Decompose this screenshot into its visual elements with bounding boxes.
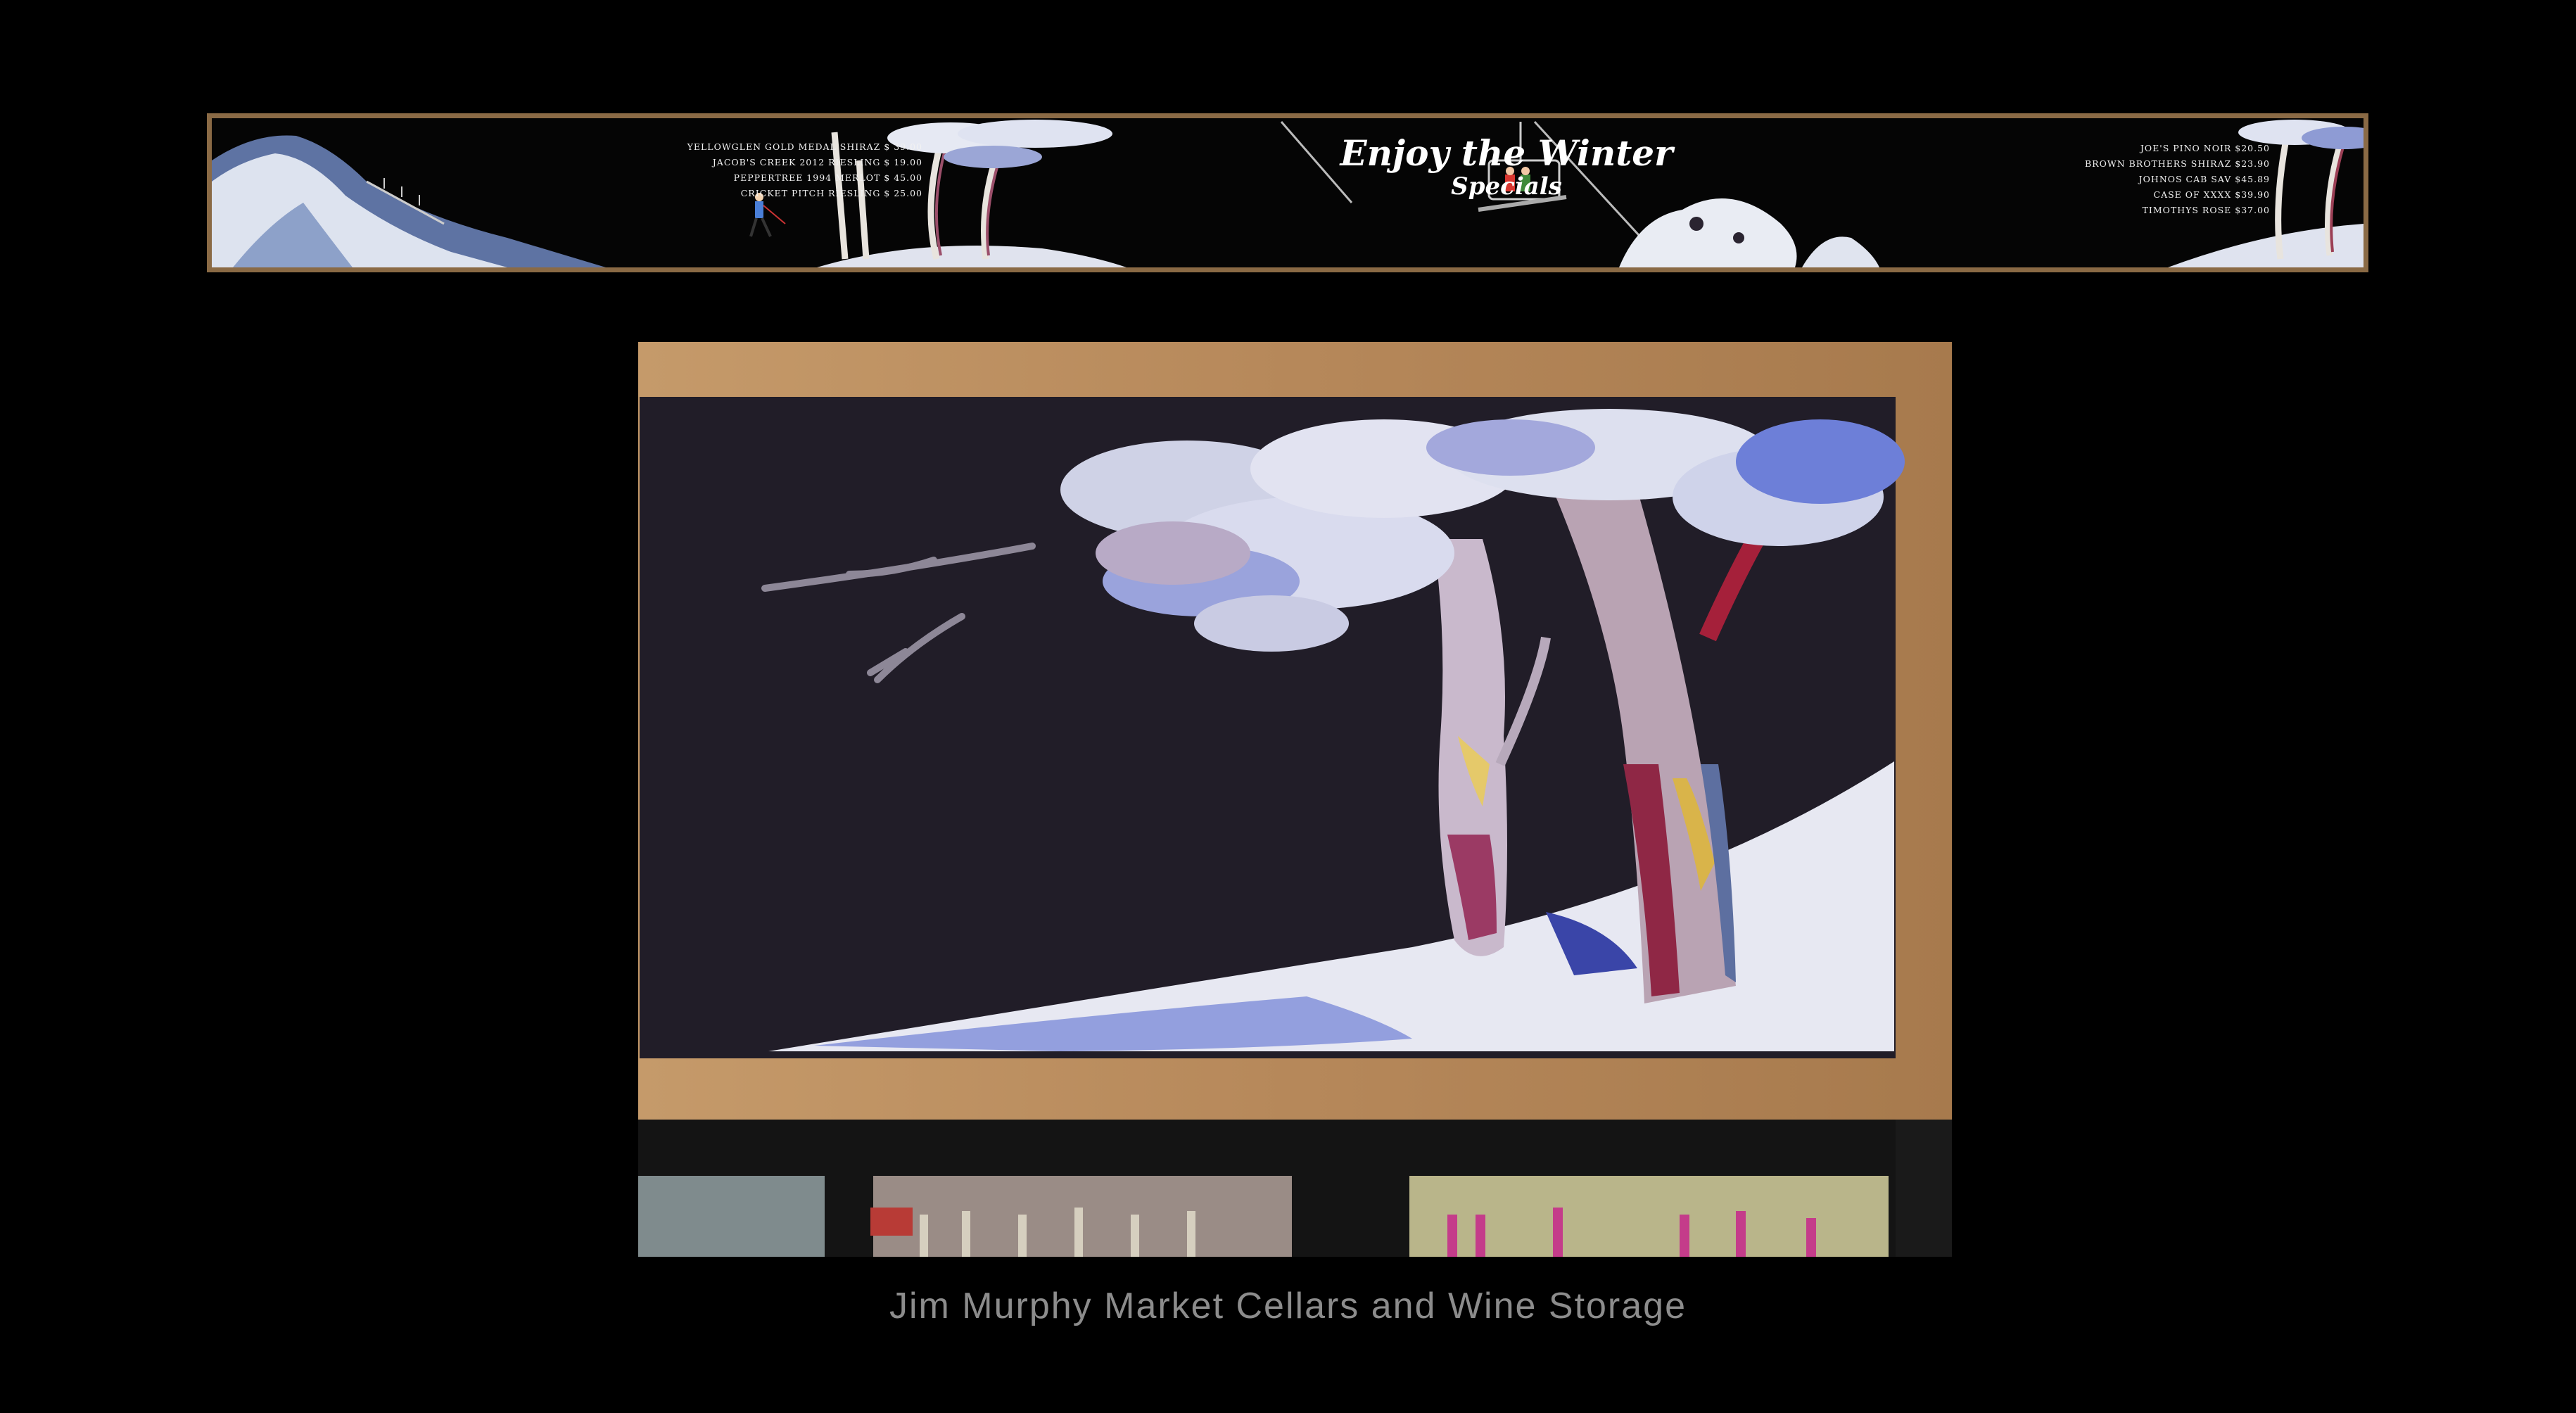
menu-item: Yellowglen Gold Medal Shiraz $ 39.00 xyxy=(687,141,922,152)
menu-item: Cricket Pitch Riesling $ 25.00 xyxy=(740,188,922,198)
banner-title-block: Enjoy the Winter Specials xyxy=(1309,132,1703,201)
banner-menu-left: Yellowglen Gold Medal Shiraz $ 39.00 Jac… xyxy=(423,139,922,201)
winter-specials-banner: Yellowglen Gold Medal Shiraz $ 39.00 Jac… xyxy=(207,113,2368,272)
chalkboard-artwork xyxy=(638,342,1952,1257)
menu-item: Case of XXXX $39.90 xyxy=(2153,189,2270,200)
menu-item: Johnos Cab Sav $45.89 xyxy=(2138,174,2270,184)
menu-item: Peppertree 1994 Merlot $ 45.00 xyxy=(733,172,922,183)
menu-item: Brown Brothers Shiraz $23.90 xyxy=(2085,158,2270,169)
banner-menu-right: Joe's Pino Noir $20.50 Brown Brothers Sh… xyxy=(1760,141,2270,218)
banner-subtitle: Specials xyxy=(1451,172,1562,201)
menu-item: Joe's Pino Noir $20.50 xyxy=(2140,143,2270,153)
menu-item: Timothys Rose $37.00 xyxy=(2142,205,2270,215)
photo-caption: Jim Murphy Market Cellars and Wine Stora… xyxy=(889,1286,1687,1326)
menu-item: Jacob's Creek 2012 Riesling $ 19.00 xyxy=(712,157,922,167)
banner-title: Enjoy the Winter xyxy=(1340,132,1673,174)
chalkboard-photo xyxy=(638,342,1952,1257)
